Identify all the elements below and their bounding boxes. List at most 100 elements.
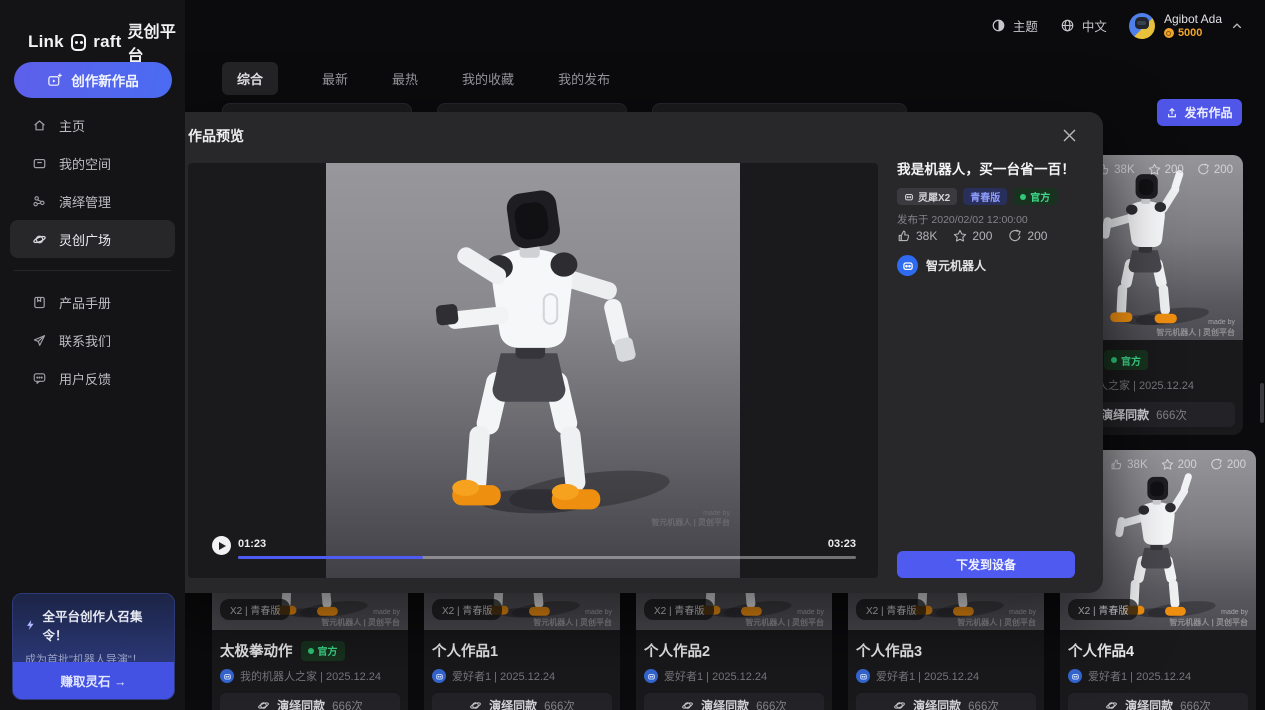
chat-bubble-icon [32,371,47,386]
author-avatar [220,669,234,683]
planet-icon [893,699,906,710]
likes-stat[interactable]: 38K [897,229,937,243]
card-title: 个人作品3 [856,640,922,661]
sidebar-item-my-space[interactable]: 我的空间 [10,144,175,182]
author-avatar [1068,669,1082,683]
current-time: 01:23 [238,538,266,550]
thumb-stats: 38K 200 200 [1110,458,1246,471]
modal-title: 作品预览 [188,126,244,146]
planet-icon [32,232,47,247]
card-title: 个人作品2 [644,640,710,661]
remix-button[interactable]: 演绎同款 666次 [432,693,612,710]
sidebar-item-contact-us[interactable]: 联系我们 [10,321,175,359]
shares-stat[interactable]: 200 [1197,163,1233,176]
stars-stat[interactable]: 200 [1148,163,1184,176]
watermark: made by智元机器人 | 灵创平台 [533,609,612,628]
remix-button[interactable]: 演绎同款 666次 [220,693,400,710]
model-badge: X2 | 青春版 [856,599,926,620]
star-icon [1148,163,1161,176]
video-plus-icon [47,73,62,88]
card-body: 个人作品3 爱好者1 | 2025.12.24 演绎同款 666次 [848,630,1044,710]
remix-button[interactable]: 演绎同款 666次 [1068,693,1248,710]
user-menu[interactable]: Agibot Ada 5000 [1129,12,1243,39]
deploy-to-device-button[interactable]: 下发到设备 [897,551,1075,578]
author-name: 智元机器人 [926,257,986,274]
green-dot-icon [1020,194,1026,200]
sidebar-item-performance-management[interactable]: 演绎管理 [10,182,175,220]
model-badge: X2 | 青春版 [644,599,714,620]
tab-hottest[interactable]: 最热 [392,69,418,88]
remix-button[interactable]: 演绎同款 666次 [644,693,824,710]
stars-stat[interactable]: 200 [1161,458,1197,471]
card-body: 个人作品1 爱好者1 | 2025.12.24 演绎同款 666次 [424,630,620,710]
tab-newest[interactable]: 最新 [322,69,348,88]
star-icon [1161,458,1174,471]
edition-tag: 青春版 [963,188,1007,205]
book-icon [32,295,47,310]
progress-bar[interactable] [238,556,856,559]
thumb-stats: 38K 200 200 [1097,163,1233,176]
card-author[interactable]: 爱好者1 | 2025.12.24 [856,668,1036,684]
card-author[interactable]: 爱好者1 | 2025.12.24 [644,668,824,684]
planet-icon [681,699,694,710]
earn-lingstone-button[interactable]: 赚取灵石 → [13,662,174,699]
card-author[interactable]: 我的机器人之家 | 2025.12.24 [220,668,400,684]
user-coins: 5000 [1164,27,1222,39]
official-badge: 官方 [1104,350,1148,370]
share-icon [1197,163,1210,176]
sidebar-item-lingchuang-plaza[interactable]: 灵创广场 [10,220,175,258]
shares-stat[interactable]: 200 [1210,458,1246,471]
publish-work-button[interactable]: 发布作品 [1157,99,1242,126]
sidebar-nav: 主页 我的空间 演绎管理 灵创广场 产品手册 联系我们 [0,106,185,397]
green-dot-icon [1111,357,1117,363]
tab-comprehensive[interactable]: 综合 [222,62,278,95]
total-time: 03:23 [828,538,856,550]
model-badge: X2 | 青春版 [220,599,290,620]
share-icon [1008,229,1022,243]
card-author[interactable]: 爱好者1 | 2025.12.24 [432,668,612,684]
coin-icon [1164,28,1174,38]
work-info-panel: 我是机器人，买一台省一百！ 灵犀X2 青春版 官方 发布于 2020/02/02… [897,112,1087,593]
model-tag: 灵犀X2 [897,188,957,205]
tab-my-publications[interactable]: 我的发布 [558,69,610,88]
progress-fill [238,556,423,559]
card-title: 个人作品1 [432,640,498,661]
tag-row: 灵犀X2 青春版 官方 [897,188,1057,205]
publish-date: 发布于 2020/02/02 12:00:00 [897,212,1028,227]
planet-icon [469,699,482,710]
watermark: made by智元机器人 | 灵创平台 [1156,319,1235,338]
video-frame: made by智元机器人 | 灵创平台 [326,163,740,578]
stars-stat[interactable]: 200 [953,229,992,243]
planet-icon [257,699,270,710]
tab-my-favorites[interactable]: 我的收藏 [462,69,514,88]
video-player[interactable]: made by智元机器人 | 灵创平台 01:23 03:23 [188,163,878,578]
official-badge: 官方 [301,641,345,661]
sidebar-item-home[interactable]: 主页 [10,106,175,144]
author-avatar [856,669,870,683]
theme-toggle[interactable]: 主题 [991,16,1038,35]
work-preview-modal: 作品预览 made by智元机器人 | 灵创平台 01:23 03:23 我是机… [163,112,1103,593]
green-dot-icon [308,648,314,654]
player-controls: 01:23 03:23 [188,528,878,578]
model-badge: X2 | 青春版 [1068,599,1138,620]
sidebar-item-user-feedback[interactable]: 用户反馈 [10,359,175,397]
logo-robot-face-icon [71,34,87,51]
scrollbar-thumb[interactable] [1260,383,1264,423]
author-avatar [432,669,446,683]
language-switcher[interactable]: 中文 [1060,16,1107,35]
shares-stat[interactable]: 200 [1008,229,1047,243]
card-author[interactable]: 爱好者1 | 2025.12.24 [1068,668,1248,684]
likes-stat[interactable]: 38K [1110,458,1147,471]
theme-icon [991,18,1006,33]
card-title: 个人作品4 [1068,640,1134,661]
remix-button[interactable]: 演绎同款 666次 [856,693,1036,710]
folder-icon [32,156,47,171]
work-author[interactable]: 智元机器人 [897,255,986,276]
create-new-work-button[interactable]: 创作新作品 [14,62,172,98]
app-window: 综合 最新 最热 我的收藏 我的发布 发布作品 38K 200 200 [0,0,1265,710]
play-button[interactable] [212,536,231,555]
card-body: 太极拳动作 官方 我的机器人之家 | 2025.12.24 演绎同款 666次 [212,630,408,710]
upload-icon [1166,107,1178,119]
sidebar-item-product-manual[interactable]: 产品手册 [10,283,175,321]
home-icon [32,118,47,133]
